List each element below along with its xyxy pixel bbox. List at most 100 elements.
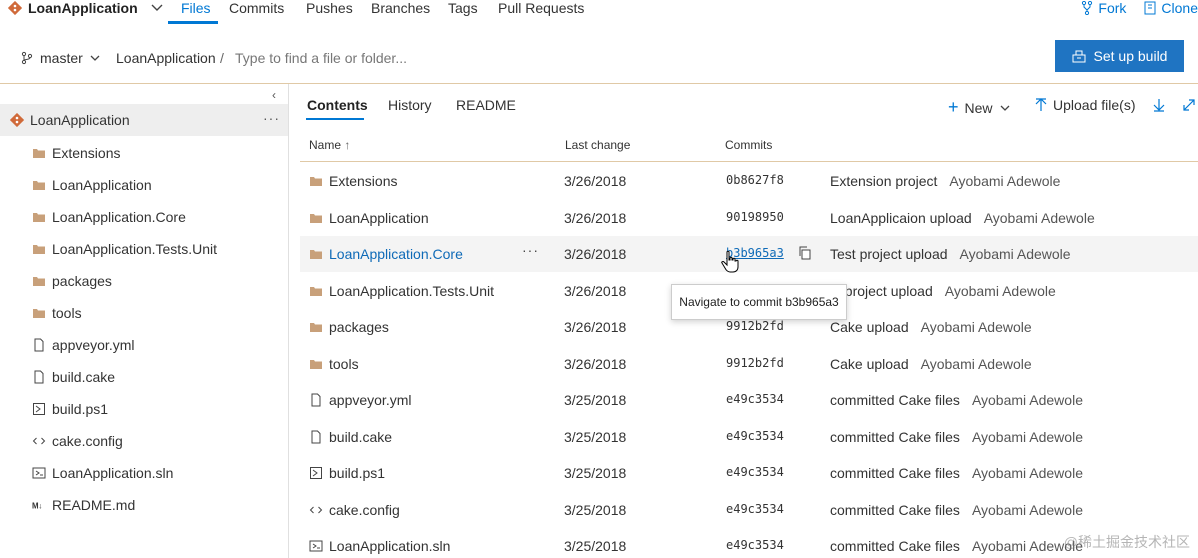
file-search-input[interactable]: Type to find a file or folder... [235, 50, 407, 66]
commit-author: Ayobami Adewole [983, 209, 1095, 226]
tree-item[interactable]: LoanApplication.Tests.Unit [32, 239, 217, 259]
clone-button[interactable]: Clone [1144, 0, 1198, 16]
column-commits-header[interactable]: Commits [725, 138, 772, 152]
file-name[interactable]: build.ps1 [329, 465, 385, 481]
tree-item[interactable]: M↓ README.md [32, 495, 135, 515]
file-name[interactable]: build.cake [329, 429, 392, 445]
tree-item[interactable]: build.ps1 [32, 399, 108, 419]
folder-icon [309, 211, 323, 225]
tab-commits[interactable]: Commits [229, 0, 284, 16]
tab-pull-requests[interactable]: Pull Requests [498, 0, 584, 16]
main-content: Contents History README + New Upload fil… [290, 84, 1198, 558]
table-row[interactable]: cake.config 3/25/2018 e49c3534 committed Ca… [300, 492, 1198, 528]
tree-root-label: LoanApplication [30, 112, 130, 128]
tab-files[interactable]: Files [181, 0, 211, 16]
plus-icon: + [948, 97, 959, 117]
commit-message: Test project upload [830, 246, 948, 262]
file-name-cell[interactable]: build.ps1 [309, 465, 385, 481]
commit-hash-link[interactable]: e49c3534 [726, 429, 784, 443]
tab-branches[interactable]: Branches [371, 0, 430, 16]
commit-hash-link[interactable]: e49c3534 [726, 538, 784, 552]
commit-hash-link[interactable]: e49c3534 [726, 502, 784, 516]
set-up-build-label: Set up build [1093, 48, 1168, 64]
commit-message-cell: committed Cake files Ayobami Adewole [830, 502, 1083, 518]
commit-hash-link[interactable]: 90198950 [726, 210, 784, 224]
powershell-icon [309, 466, 323, 480]
tree-item[interactable]: LoanApplication.Core [32, 207, 186, 227]
file-name[interactable]: Extensions [329, 173, 397, 189]
branch-icon [21, 51, 33, 65]
file-name-cell[interactable]: LoanApplication.Tests.Unit [309, 283, 494, 299]
file-name-cell[interactable]: LoanApplication [309, 210, 429, 226]
table-row[interactable]: LoanApplication.Core ··· 3/26/2018 b3b965a3… [300, 236, 1198, 272]
table-row[interactable]: build.cake 3/25/2018 e49c3534 committed Cak… [300, 419, 1198, 455]
breadcrumb-repo[interactable]: LoanApplication [116, 50, 216, 66]
folder-icon [32, 146, 46, 160]
tree-item[interactable]: Extensions [32, 143, 120, 163]
code-icon [309, 503, 323, 517]
expand-icon[interactable] [1182, 98, 1196, 112]
copy-icon[interactable] [798, 246, 812, 263]
file-name[interactable]: LoanApplication.Tests.Unit [329, 283, 494, 299]
commit-message: committed Cake files [830, 465, 960, 481]
tab-contents[interactable]: Contents [307, 97, 368, 113]
tree-item[interactable]: LoanApplication [32, 175, 152, 195]
tree-item[interactable]: packages [32, 271, 112, 291]
table-row[interactable]: tools 3/26/2018 9912b2fd Cake upload Ayobami… [300, 346, 1198, 382]
tree-item[interactable]: cake.config [32, 431, 123, 451]
table-row[interactable]: Extensions 3/26/2018 0b8627f8 Extension pro… [300, 163, 1198, 199]
commit-hash-link[interactable]: 9912b2fd [726, 356, 784, 370]
tree-item[interactable]: tools [32, 303, 82, 323]
file-name-cell[interactable]: build.cake [309, 429, 392, 445]
file-name[interactable]: tools [329, 356, 359, 372]
tree-root-item[interactable]: LoanApplication ··· [0, 104, 288, 136]
folder-icon [309, 174, 323, 188]
tree-item[interactable]: appveyor.yml [32, 335, 134, 355]
commit-hash-link[interactable]: 0b8627f8 [726, 173, 784, 187]
table-row[interactable]: build.ps1 3/25/2018 e49c3534 committed Cake… [300, 455, 1198, 491]
new-button[interactable]: + New [948, 97, 1011, 118]
table-row[interactable]: appveyor.yml 3/25/2018 e49c3534 committed C… [300, 382, 1198, 418]
commit-message-cell: Test project upload Ayobami Adewole [830, 246, 1071, 262]
file-name-cell[interactable]: cake.config [309, 502, 400, 518]
file-name[interactable]: appveyor.yml [329, 392, 411, 408]
commit-hash-link[interactable]: 9912b2fd [726, 319, 784, 333]
file-name-cell[interactable]: LoanApplication.Core [309, 246, 463, 262]
branch-name: master [40, 50, 83, 66]
more-options-icon[interactable]: ··· [263, 110, 280, 126]
table-row[interactable]: LoanApplication 3/26/2018 90198950 LoanAppl… [300, 200, 1198, 236]
collapse-panel-icon[interactable]: ‹ [272, 88, 276, 102]
download-icon[interactable] [1153, 98, 1165, 112]
upload-files-button[interactable]: Upload file(s) [1035, 97, 1135, 113]
more-options-icon[interactable]: ··· [522, 242, 539, 258]
tree-item[interactable]: build.cake [32, 367, 115, 387]
file-name[interactable]: packages [329, 319, 389, 335]
tab-readme[interactable]: README [456, 97, 516, 113]
fork-button[interactable]: Fork [1081, 0, 1126, 16]
tree-item-label: Extensions [52, 145, 121, 161]
set-up-build-button[interactable]: Set up build [1055, 40, 1184, 72]
repo-selector[interactable]: LoanApplication [8, 0, 164, 16]
commit-message: committed Cake files [830, 538, 960, 554]
branch-selector[interactable]: master [20, 50, 101, 66]
file-name[interactable]: LoanApplication.sln [329, 538, 450, 554]
file-name-cell[interactable]: Extensions [309, 173, 397, 189]
file-name-cell[interactable]: LoanApplication.sln [309, 538, 450, 554]
commit-hash-link[interactable]: e49c3534 [726, 465, 784, 479]
column-name-header[interactable]: Name ↑ [309, 138, 350, 152]
file-name[interactable]: LoanApplication.Core [329, 246, 463, 262]
file-name[interactable]: cake.config [329, 502, 400, 518]
file-name-cell[interactable]: packages [309, 319, 389, 335]
tree-item[interactable]: LoanApplication.sln [32, 463, 173, 483]
tab-tags[interactable]: Tags [448, 0, 478, 16]
column-last-change-header[interactable]: Last change [565, 138, 630, 152]
commit-author: Ayobami Adewole [944, 282, 1056, 299]
tab-history[interactable]: History [388, 97, 432, 113]
commit-hash-link[interactable]: e49c3534 [726, 392, 784, 406]
file-name-cell[interactable]: tools [309, 356, 359, 372]
last-change-date: 3/26/2018 [564, 282, 627, 299]
file-name-cell[interactable]: appveyor.yml [309, 392, 411, 408]
file-name[interactable]: LoanApplication [329, 210, 429, 226]
tab-pushes[interactable]: Pushes [306, 0, 353, 16]
commit-message-cell: Cake upload Ayobami Adewole [830, 356, 1032, 372]
